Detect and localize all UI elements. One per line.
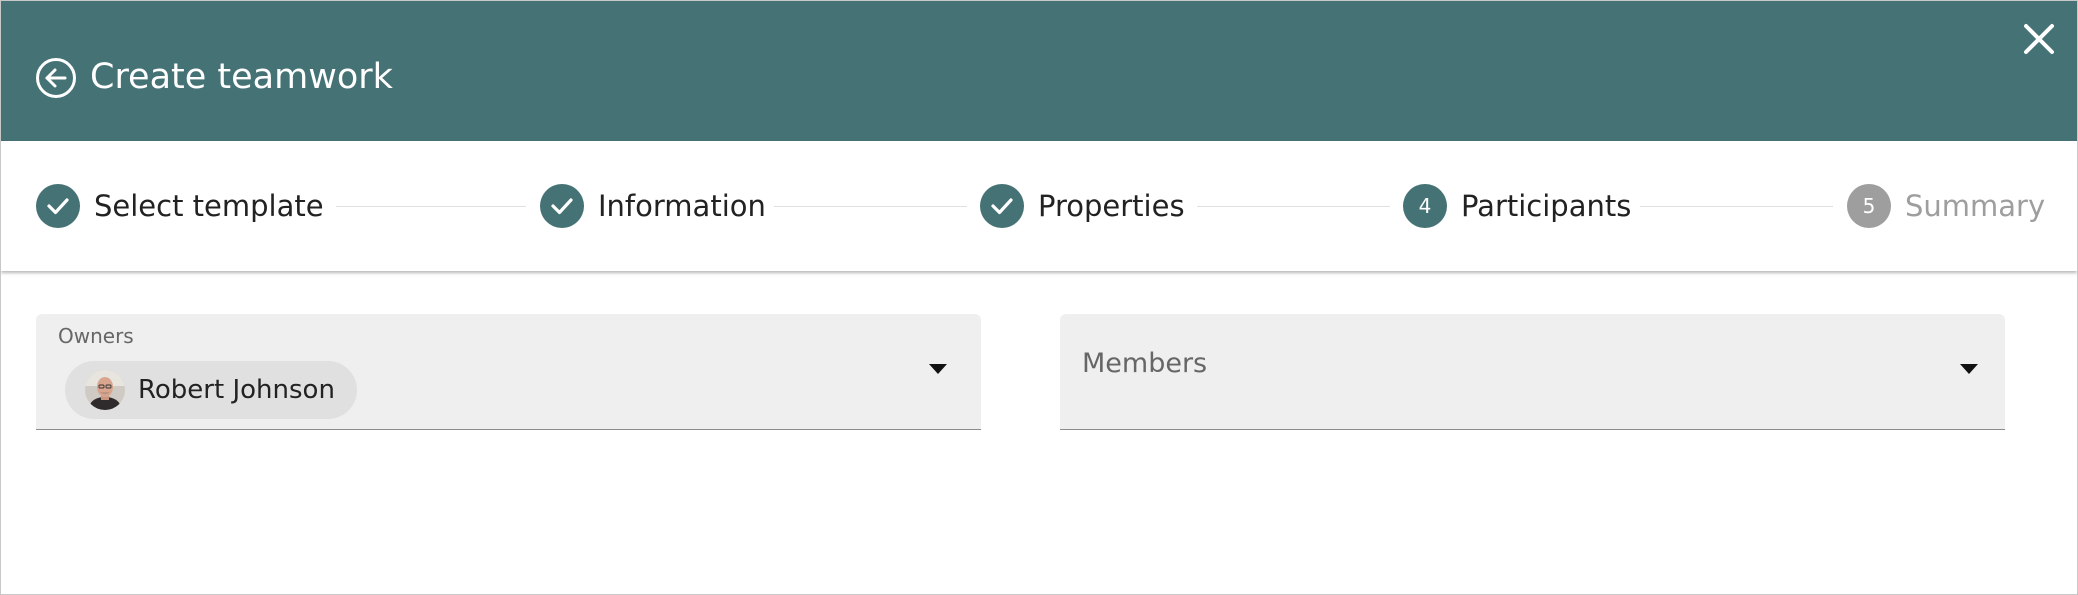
caret-down-icon[interactable] bbox=[1960, 364, 1978, 374]
owner-chip-name: Robert Johnson bbox=[138, 375, 335, 405]
step-information[interactable]: Information bbox=[540, 184, 766, 228]
owners-select[interactable]: Owners Robert Johnson bbox=[36, 314, 981, 430]
step-label: Summary bbox=[1905, 189, 2046, 223]
step-properties[interactable]: Properties bbox=[980, 184, 1185, 228]
dialog-header: Create teamwork bbox=[1, 1, 2077, 141]
owner-chip[interactable]: Robert Johnson bbox=[65, 361, 357, 419]
members-placeholder: Members bbox=[1082, 348, 1208, 379]
step-connector bbox=[1640, 206, 1833, 207]
avatar bbox=[85, 370, 125, 410]
arrow-left-circle-icon bbox=[36, 58, 76, 98]
step-completed-indicator bbox=[36, 184, 80, 228]
step-label: Information bbox=[598, 189, 766, 223]
check-icon bbox=[47, 198, 69, 215]
step-label: Participants bbox=[1461, 189, 1632, 223]
back-button[interactable] bbox=[35, 57, 77, 99]
step-connector bbox=[1197, 206, 1390, 207]
owners-label: Owners bbox=[58, 324, 134, 348]
check-icon bbox=[991, 198, 1013, 215]
step-participants[interactable]: 4 Participants bbox=[1403, 184, 1631, 228]
step-select-template[interactable]: Select template bbox=[36, 184, 324, 228]
step-label: Properties bbox=[1038, 189, 1185, 223]
create-teamwork-dialog: Create teamwork Select template Informat… bbox=[0, 0, 2078, 595]
step-number-indicator: 5 bbox=[1847, 184, 1891, 228]
step-connector bbox=[336, 206, 526, 207]
step-label: Select template bbox=[94, 189, 324, 223]
step-completed-indicator bbox=[540, 184, 584, 228]
step-summary[interactable]: 5 Summary bbox=[1847, 184, 2045, 228]
step-connector bbox=[774, 206, 967, 207]
step-completed-indicator bbox=[980, 184, 1024, 228]
members-select[interactable]: Members bbox=[1060, 314, 2005, 430]
wizard-stepper: Select template Information Properties 4… bbox=[1, 141, 2077, 271]
dialog-title: Create teamwork bbox=[90, 57, 393, 97]
close-icon bbox=[2024, 24, 2054, 54]
check-icon bbox=[551, 198, 573, 215]
step-number-indicator: 4 bbox=[1403, 184, 1447, 228]
close-button[interactable] bbox=[2021, 21, 2057, 57]
caret-down-icon[interactable] bbox=[929, 364, 947, 374]
